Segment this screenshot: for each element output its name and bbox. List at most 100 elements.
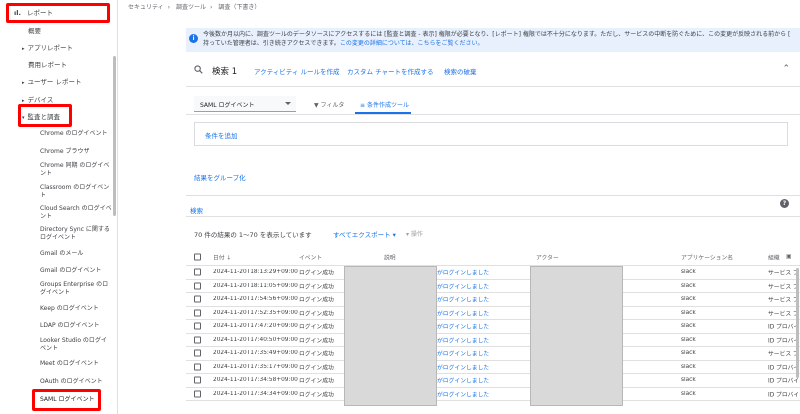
breadcrumb-item: 調査（下書き） (218, 4, 261, 11)
header-description[interactable]: 説明 (384, 252, 396, 261)
table-row[interactable]: 2024-11-20T17:40:50+09:00 ログイン成功 がログインしました… (186, 334, 800, 347)
data-source-select[interactable]: SAML ログイベント (194, 96, 296, 112)
row-checkbox[interactable] (194, 363, 201, 371)
sidebar-item-app-reports[interactable]: ▸ アプリレポート (22, 44, 73, 54)
chevron-up-icon[interactable]: ⌃ (782, 64, 790, 74)
table-row[interactable]: 2024-11-20T17:54:56+09:00 ログイン成功 がログインしました… (186, 293, 800, 307)
dropdown-arrow-icon (285, 102, 291, 105)
sidebar-sub-item[interactable]: Chrome ブラウザ (40, 148, 112, 156)
app-root: ıl. レポート 概要 ▸ アプリレポート 費用レポート ▸ ユーザー レポート ▸ デ… (0, 0, 800, 414)
sidebar-sub-item[interactable]: Meet のログイベント (40, 360, 112, 368)
sidebar-item-overview[interactable]: 概要 (28, 27, 41, 36)
row-description[interactable]: がログインしました (437, 376, 489, 385)
sidebar: ıl. レポート 概要 ▸ アプリレポート 費用レポート ▸ ユーザー レポート ▸ デ… (0, 0, 118, 414)
search-header: 検索 1 アクティビティ ルールを作成 カスタム チャートを作成する 検索の破棄… (186, 56, 800, 86)
header-actor[interactable]: アクター (536, 252, 559, 261)
row-date: 2024-11-20T17:40:50+09:00 (213, 336, 298, 343)
header-date[interactable]: 日付 ↓ (213, 252, 231, 261)
sidebar-sub-item[interactable]: Classroom のログイベント (40, 184, 112, 200)
row-app: slack (681, 296, 696, 303)
row-description[interactable]: がログインしました (437, 335, 489, 344)
sidebar-sub-item[interactable]: Directory Sync に関するログイベント (40, 226, 112, 242)
row-checkbox[interactable] (194, 336, 201, 344)
row-checkbox[interactable] (194, 295, 201, 303)
table-row[interactable]: 2024-11-20T17:52:35+09:00 ログイン成功 がログインしました… (186, 307, 800, 320)
sidebar-sub-item[interactable]: Gmail のメール (40, 250, 112, 258)
row-org: ID プロバイ (768, 392, 798, 399)
sidebar-sub-item[interactable]: Looker Studio のログイベント (40, 337, 112, 353)
sidebar-scrollbar[interactable] (113, 56, 116, 216)
sidebar-sub-item[interactable]: Chrome 同期 のログイベント (40, 162, 112, 178)
table-header: 日付 ↓ イベント 説明 アクター アプリケーション名 組織 ▣ (186, 248, 800, 266)
tab-filter[interactable]: ▼ フィルタ (314, 100, 344, 109)
row-event: ログイン成功 (299, 365, 334, 372)
sidebar-sub-item[interactable]: LDAP のログイベント (40, 322, 112, 330)
sidebar-sub-item[interactable]: Cloud Search のログイベント (40, 205, 112, 221)
create-custom-chart-link[interactable]: カスタム チャートを作成する (347, 66, 434, 76)
column-settings-icon[interactable]: ▣ (786, 254, 791, 260)
row-checkbox[interactable] (194, 390, 201, 398)
table-row[interactable]: 2024-11-20T17:34:58+09:00 ログイン成功 がログインしました… (186, 374, 800, 388)
sidebar-sub-item[interactable]: OAuth のログイベント (40, 378, 112, 386)
row-org: ID プロバイ (768, 338, 798, 345)
table-row[interactable]: 2024-11-20T17:35:17+09:00 ログイン成功 がログインしました… (186, 361, 800, 374)
sidebar-sub-item[interactable]: Gmail のログイベント (40, 267, 112, 275)
row-description[interactable]: がログインしました (437, 362, 489, 371)
row-description[interactable]: がログインしました (437, 295, 489, 304)
row-app: slack (681, 363, 696, 370)
add-condition-button[interactable]: 条件を追加 (205, 130, 238, 140)
export-all-button[interactable]: すべてエクスポート ▾ (333, 229, 396, 239)
operations-menu[interactable]: ▾ 操作 (406, 229, 423, 238)
row-app: slack (681, 269, 696, 276)
group-results-link[interactable]: 結果をグループ化 (194, 172, 246, 182)
table-row[interactable]: 2024-11-20T17:47:20+09:00 ログイン成功 がログインしました… (186, 320, 800, 334)
breadcrumb-item[interactable]: セキュリティ (128, 4, 164, 11)
row-checkbox[interactable] (194, 376, 201, 384)
row-app: slack (681, 377, 696, 384)
row-description[interactable]: がログインしました (437, 281, 489, 290)
chevron-down-icon: ▾ (392, 231, 396, 239)
row-description[interactable]: がログインしました (437, 349, 489, 358)
row-app: slack (681, 282, 696, 289)
banner-learn-more-link[interactable]: この変更の詳細については、こちらをご覧ください。 (340, 40, 484, 47)
table-scrollbar[interactable] (796, 268, 799, 378)
search-button[interactable]: 検索 (190, 205, 203, 215)
table-row[interactable]: 2024-11-20T17:34:34+09:00 ログイン成功 がログインしました… (186, 388, 800, 401)
sidebar-item-user-reports[interactable]: ▸ ユーザー レポート (22, 78, 81, 88)
search-title: 検索 1 (212, 67, 238, 77)
row-event: ログイン成功 (299, 378, 334, 385)
row-org: ID プロバイ (768, 324, 798, 331)
row-checkbox[interactable] (194, 309, 201, 317)
row-org: サービス プ (768, 351, 798, 358)
row-app: slack (681, 323, 696, 330)
row-org: ID プロバイ (768, 378, 798, 385)
create-activity-rule-link[interactable]: アクティビティ ルールを作成 (254, 66, 339, 76)
row-checkbox[interactable] (194, 268, 201, 276)
discard-search-link[interactable]: 検索の破棄 (444, 66, 477, 76)
row-org: ID プロバイ (768, 365, 798, 372)
row-date: 2024-11-20T17:34:34+09:00 (213, 390, 298, 397)
row-checkbox[interactable] (194, 349, 201, 357)
sidebar-item-billing[interactable]: 費用レポート (28, 61, 67, 70)
row-checkbox[interactable] (194, 282, 201, 290)
row-description[interactable]: がログインしました (437, 389, 489, 398)
help-icon[interactable]: ? (780, 199, 789, 208)
table-row[interactable]: 2024-11-20T17:35:49+09:00 ログイン成功 がログインしました… (186, 347, 800, 361)
header-app-name[interactable]: アプリケーション名 (681, 252, 733, 261)
tab-condition-builder[interactable]: ≡ 条件作成ツール (360, 100, 409, 109)
row-description[interactable]: がログインしました (437, 322, 489, 331)
table-row[interactable]: 2024-11-20T18:13:29+09:00 ログイン成功 がログインしました… (186, 266, 800, 280)
sidebar-sub-item[interactable]: Groups Enterprise のログイベント (40, 281, 112, 297)
row-checkbox[interactable] (194, 322, 201, 330)
sidebar-sub-item[interactable]: Keep のログイベント (40, 305, 112, 313)
table-row[interactable]: 2024-11-20T18:11:05+09:00 ログイン成功 がログインしました… (186, 280, 800, 293)
divider (186, 114, 800, 115)
highlight-report (6, 3, 110, 23)
row-description[interactable]: がログインしました (437, 308, 489, 317)
header-event[interactable]: イベント (299, 252, 322, 261)
row-description[interactable]: がログインしました (437, 268, 489, 277)
header-org[interactable]: 組織 (768, 252, 786, 261)
breadcrumb-item[interactable]: 調査ツール (176, 4, 206, 11)
sidebar-sub-item[interactable]: Chrome のログイベント (40, 130, 112, 138)
select-all-checkbox[interactable] (194, 253, 201, 260)
